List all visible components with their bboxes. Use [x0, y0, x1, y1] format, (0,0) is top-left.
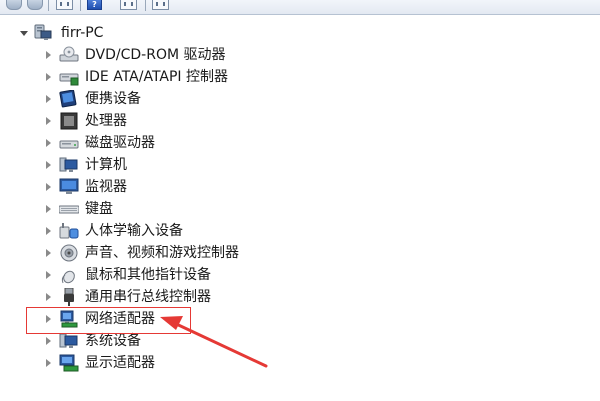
device-manager-window: ? firr-PC DVD/CD-ROM 驱动器 IDE ATA/ATAPI 控… — [0, 0, 600, 401]
annotation-arrow-icon — [160, 316, 268, 368]
